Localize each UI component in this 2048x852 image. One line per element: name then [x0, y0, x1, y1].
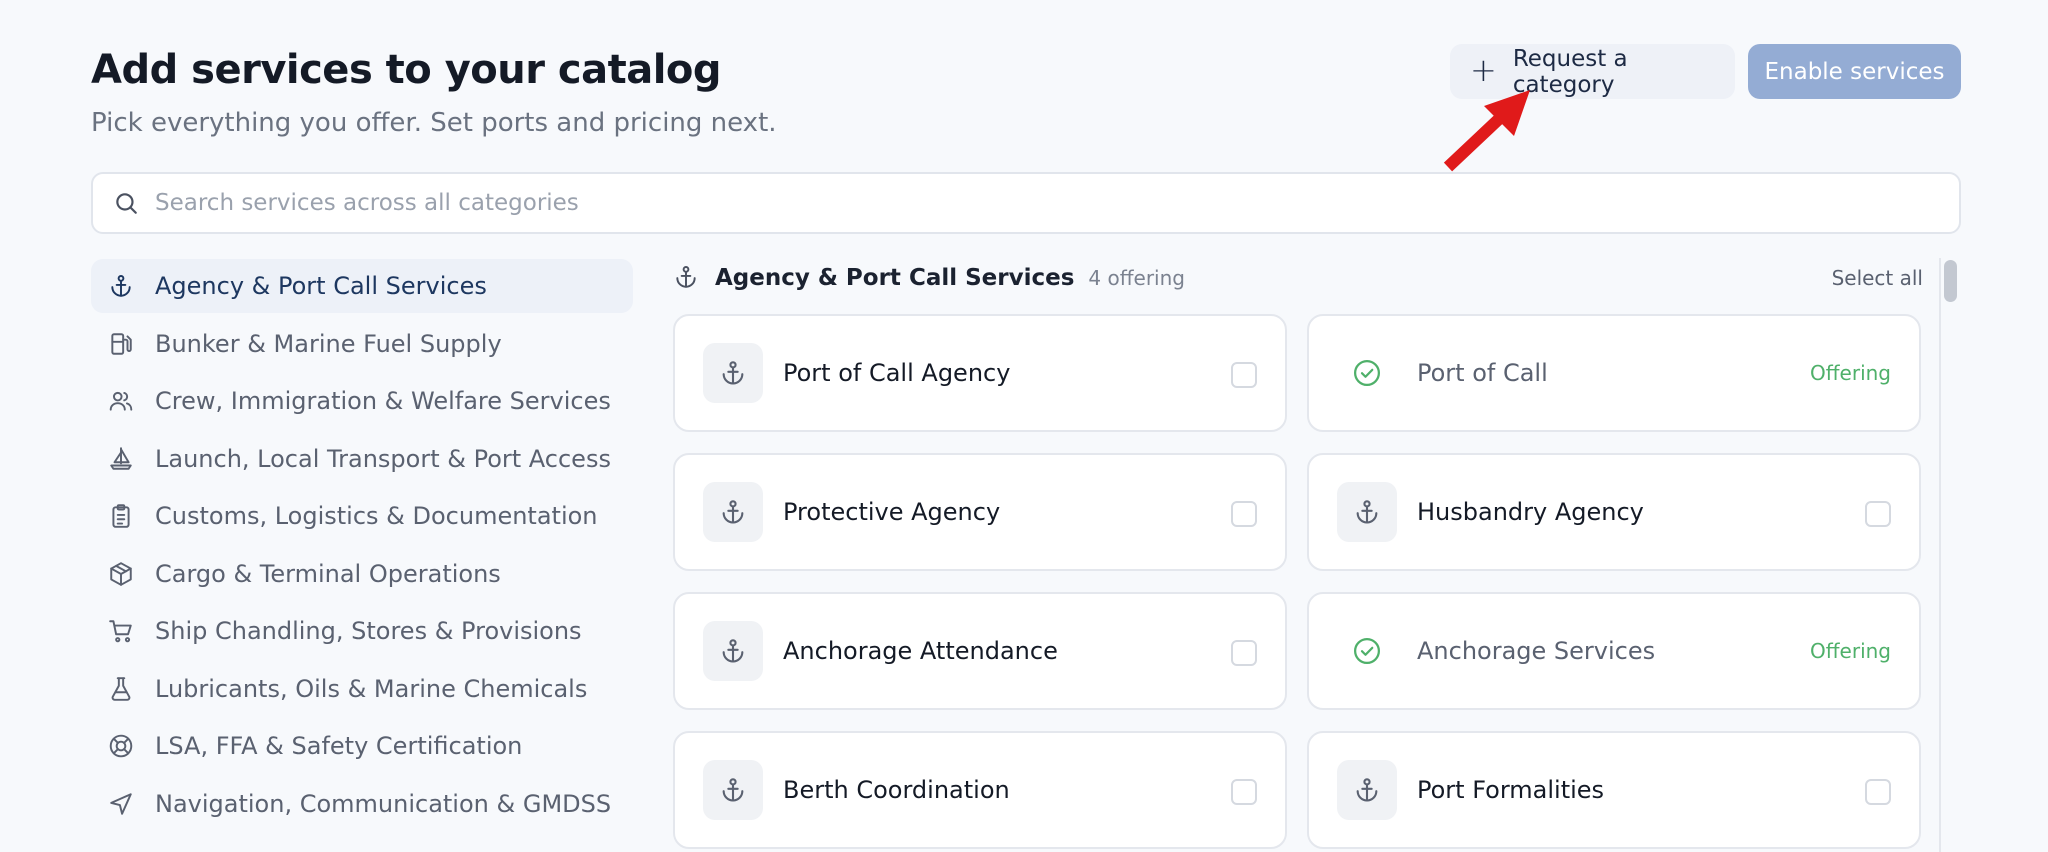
fuel-pump-icon	[107, 330, 135, 358]
sidebar-item-label: Navigation, Communication & GMDSS	[155, 789, 612, 818]
service-card-protective-agency[interactable]: Protective Agency	[673, 453, 1287, 571]
anchor-icon	[703, 621, 763, 681]
check-circle-icon	[1337, 343, 1397, 403]
annotation-arrow-icon	[1443, 90, 1530, 172]
sailboat-icon	[107, 445, 135, 473]
sidebar-item-label: Customs, Logistics & Documentation	[155, 502, 598, 530]
users-icon	[107, 387, 135, 415]
page-subtitle: Pick everything you offer. Set ports and…	[91, 108, 777, 138]
cart-icon	[107, 617, 135, 645]
sidebar-item-cargo[interactable]: Cargo & Terminal Operations	[91, 547, 633, 601]
sidebar-item-bunker[interactable]: Bunker & Marine Fuel Supply	[91, 317, 633, 371]
service-name: Anchorage Attendance	[783, 637, 1058, 665]
services-grid: Port of Call Agency Port of Call Offerin…	[673, 314, 1923, 852]
search-icon	[116, 193, 137, 214]
sidebar-item-label: Ship Chandling, Stores & Provisions	[155, 617, 582, 645]
service-checkbox[interactable]	[1865, 779, 1891, 805]
sidebar-item-chandling[interactable]: Ship Chandling, Stores & Provisions	[91, 604, 633, 658]
service-name: Port Formalities	[1417, 776, 1605, 804]
sidebar-item-crew[interactable]: Crew, Immigration & Welfare Services	[91, 374, 633, 428]
service-checkbox[interactable]	[1231, 640, 1257, 666]
service-card-port-formalities[interactable]: Port Formalities	[1307, 731, 1921, 849]
section-header: Agency & Port Call Services 4 offering S…	[673, 258, 1923, 298]
category-sidebar: Agency & Port Call Services Bunker & Mar…	[91, 259, 633, 834]
service-name: Protective Agency	[783, 498, 1001, 526]
sidebar-item-customs[interactable]: Customs, Logistics & Documentation	[91, 489, 633, 543]
sidebar-item-label: Launch, Local Transport & Port Access	[155, 444, 611, 473]
service-name: Port of Call Agency	[783, 359, 1011, 387]
offering-badge: Offering	[1810, 639, 1891, 663]
sidebar-item-navigation[interactable]: Navigation, Communication & GMDSS	[91, 777, 633, 831]
offering-count: 4 offering	[1088, 266, 1185, 290]
page-title: Add services to your catalog	[91, 47, 722, 93]
sidebar-item-agency[interactable]: Agency & Port Call Services	[91, 259, 633, 313]
service-checkbox[interactable]	[1231, 362, 1257, 388]
check-circle-icon	[1337, 621, 1397, 681]
service-name: Anchorage Services	[1417, 637, 1656, 665]
sidebar-item-label: Bunker & Marine Fuel Supply	[155, 329, 502, 358]
sidebar-item-label: Cargo & Terminal Operations	[155, 559, 501, 588]
sidebar-item-label: Crew, Immigration & Welfare Services	[155, 387, 611, 415]
offering-badge: Offering	[1810, 361, 1891, 385]
page-header: Add services to your catalog Pick everyt…	[91, 44, 777, 138]
plus-icon: +	[1470, 50, 1497, 89]
request-category-label: Request a category	[1512, 45, 1628, 98]
clipboard-icon	[107, 502, 135, 530]
search-input[interactable]	[155, 190, 1855, 216]
flask-icon	[107, 675, 135, 703]
anchor-icon	[107, 272, 135, 300]
lifebuoy-icon	[107, 732, 135, 760]
service-card-anchorage-services[interactable]: Anchorage Services Offering	[1307, 592, 1921, 710]
catalog-page: Add services to your catalog Pick everyt…	[0, 0, 2048, 852]
anchor-icon	[703, 760, 763, 820]
anchor-icon	[1337, 482, 1397, 542]
service-checkbox[interactable]	[1865, 501, 1891, 527]
service-card-anchorage-attendance[interactable]: Anchorage Attendance	[673, 592, 1287, 710]
service-checkbox[interactable]	[1231, 501, 1257, 527]
services-scrollbar[interactable]	[1939, 258, 1959, 852]
service-checkbox[interactable]	[1231, 779, 1257, 805]
scrollbar-thumb[interactable]	[1944, 260, 1957, 302]
anchor-icon	[673, 264, 701, 292]
select-all-link[interactable]: Select all	[1832, 266, 1923, 290]
enable-services-button[interactable]: Enable services	[1748, 44, 1961, 99]
service-name: Port of Call	[1417, 359, 1548, 387]
service-name: Berth Coordination	[783, 776, 1010, 804]
sidebar-item-label: LSA, FFA & Safety Certification	[155, 732, 523, 760]
service-card-husbandry-agency[interactable]: Husbandry Agency	[1307, 453, 1921, 571]
service-card-berth-coordination[interactable]: Berth Coordination	[673, 731, 1287, 849]
anchor-icon	[703, 343, 763, 403]
sidebar-item-label: Agency & Port Call Services	[155, 272, 487, 300]
search-field[interactable]	[91, 172, 1961, 234]
package-icon	[107, 560, 135, 588]
sidebar-item-launch[interactable]: Launch, Local Transport & Port Access	[91, 432, 633, 486]
section-title: Agency & Port Call Services	[715, 265, 1075, 291]
sidebar-item-label: Lubricants, Oils & Marine Chemicals	[155, 674, 588, 703]
navigation-icon	[107, 790, 135, 818]
anchor-icon	[703, 482, 763, 542]
service-card-port-of-call-agency[interactable]: Port of Call Agency	[673, 314, 1287, 432]
sidebar-item-lubricants[interactable]: Lubricants, Oils & Marine Chemicals	[91, 662, 633, 716]
anchor-icon	[1337, 760, 1397, 820]
service-name: Husbandry Agency	[1417, 498, 1644, 526]
sidebar-item-lsa[interactable]: LSA, FFA & Safety Certification	[91, 719, 633, 773]
enable-services-label: Enable services	[1764, 58, 1945, 85]
service-card-port-of-call[interactable]: Port of Call Offering	[1307, 314, 1921, 432]
